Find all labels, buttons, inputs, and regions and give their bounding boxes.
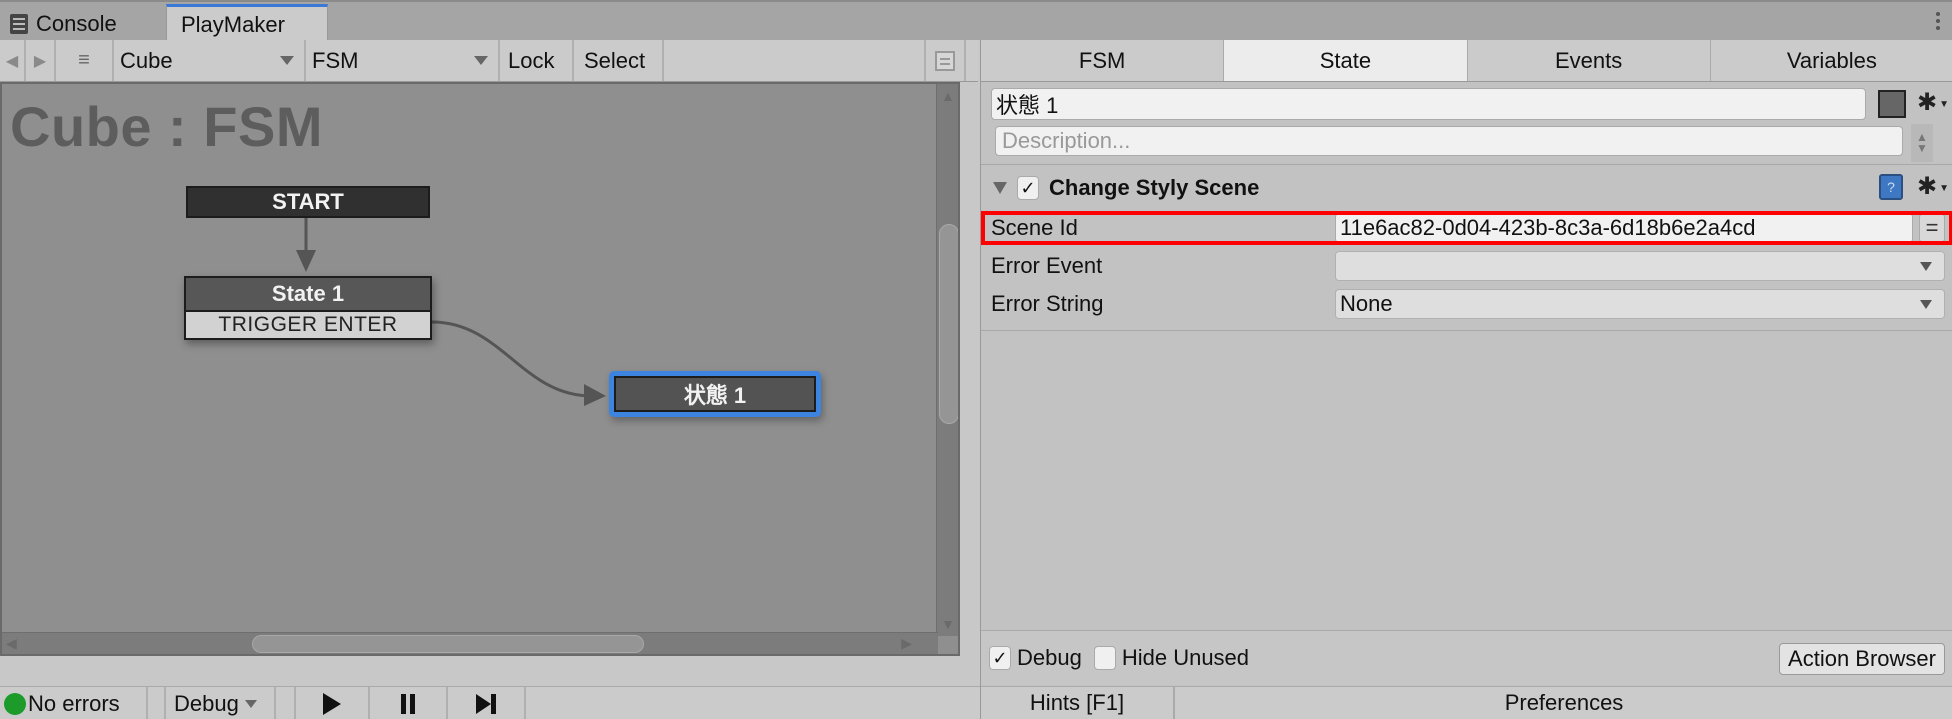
tab-variables[interactable]: Variables xyxy=(1711,40,1952,81)
action-title: Change Styly Scene xyxy=(1049,175,1260,200)
state1-node-label: State 1 xyxy=(186,278,430,310)
state-node-selected[interactable]: 状態 1 xyxy=(609,371,821,417)
property-row-error-event: Error Event xyxy=(981,250,1952,282)
chevron-down-icon xyxy=(474,56,488,65)
menu-icon: ≡ xyxy=(78,49,90,71)
description-scroll-icon[interactable]: ▲ ▼ xyxy=(1911,124,1933,162)
scroll-down-icon[interactable]: ▼ xyxy=(941,616,955,632)
action-header: ✓ Change Styly Scene ? ✱ ▼ xyxy=(981,168,1952,208)
debug-dropdown[interactable]: Debug xyxy=(164,687,276,719)
inspector-footer: Hints [F1] Preferences xyxy=(981,686,1952,719)
hide-unused-label: Hide Unused xyxy=(1121,645,1250,670)
debug-checkbox[interactable]: ✓ xyxy=(989,646,1011,670)
chevron-down-icon xyxy=(1920,262,1932,271)
tab-playmaker[interactable]: PlayMaker xyxy=(166,4,328,42)
back-button[interactable]: ◀ xyxy=(0,40,26,81)
preferences-button[interactable]: Preferences xyxy=(1175,687,1952,719)
debug-dropdown-label: Debug xyxy=(174,690,239,716)
horizontal-scroll-thumb[interactable] xyxy=(252,635,644,653)
window-tab-bar: Console PlayMaker xyxy=(0,0,1952,42)
forward-button[interactable]: ▶ xyxy=(26,40,56,81)
inspector-panel: FSM State Events Variables 状態 1 ✱ ▼ Descr… xyxy=(980,40,1952,719)
status-bar: No errors Debug xyxy=(0,686,980,719)
horizontal-scrollbar[interactable]: ◀ ▶ xyxy=(2,632,938,654)
back-icon: ◀ xyxy=(5,52,19,70)
help-book-icon[interactable]: ? xyxy=(1879,174,1903,200)
divider xyxy=(981,330,1952,331)
trigger-transition-line xyxy=(431,320,593,398)
lock-button[interactable]: Lock xyxy=(500,40,574,81)
tab-playmaker-label: PlayMaker xyxy=(181,11,285,37)
scroll-right-icon[interactable]: ▶ xyxy=(901,635,912,652)
divider xyxy=(981,164,1952,165)
trigger-transition-arrowhead xyxy=(584,384,606,406)
more-options-icon[interactable] xyxy=(1936,12,1940,30)
lock-label: Lock xyxy=(508,47,555,73)
vertical-scroll-thumb[interactable] xyxy=(939,224,958,424)
tab-console[interactable]: Console xyxy=(6,6,166,42)
scroll-up-icon[interactable]: ▲ xyxy=(941,88,955,104)
debug-label: Debug xyxy=(1017,645,1082,670)
error-string-select[interactable]: None xyxy=(1335,289,1945,319)
fsm-toolbar: ◀ ▶ ≡ Cube FSM Lock Select xyxy=(0,40,978,82)
select-button[interactable]: Select xyxy=(574,40,664,81)
console-icon xyxy=(10,14,28,34)
tab-fsm[interactable]: FSM xyxy=(981,40,1225,81)
minimap-toggle[interactable] xyxy=(924,40,966,81)
scroll-left-icon[interactable]: ◀ xyxy=(6,635,17,652)
state-node-state1[interactable]: State 1 TRIGGER ENTER xyxy=(184,276,432,340)
fsm-select[interactable]: FSM xyxy=(306,40,500,81)
selected-node-label: 状態 1 xyxy=(614,376,816,412)
menu-button[interactable]: ≡ xyxy=(56,40,114,81)
state-name-input[interactable]: 状態 1 xyxy=(991,88,1866,120)
fsm-graph-canvas[interactable]: Cube : FSM START State 1 TRIGGER ENTER 状… xyxy=(0,82,960,656)
tab-events[interactable]: Events xyxy=(1468,40,1711,81)
action-browser-button[interactable]: Action Browser xyxy=(1779,643,1945,675)
chevron-down-icon xyxy=(244,699,257,708)
start-node-label: START xyxy=(272,189,344,214)
status-ok-icon xyxy=(4,692,26,715)
state-settings-gear-icon[interactable]: ✱ ▼ xyxy=(1917,90,1949,116)
error-status[interactable]: No errors xyxy=(0,687,148,719)
play-icon xyxy=(323,692,341,715)
vertical-scrollbar[interactable]: ▲ ▼ xyxy=(936,84,958,636)
hints-button[interactable]: Hints [F1] xyxy=(981,687,1175,719)
state-color-swatch[interactable] xyxy=(1878,90,1906,118)
start-node[interactable]: START xyxy=(186,186,430,218)
start-transition-arrowhead xyxy=(296,250,316,272)
chevron-down-icon xyxy=(1920,300,1932,309)
transition-trigger-enter[interactable]: TRIGGER ENTER xyxy=(186,310,430,338)
error-event-label: Error Event xyxy=(991,253,1103,278)
minimap-icon xyxy=(935,50,955,71)
property-row-error-string: Error String None xyxy=(981,288,1952,320)
error-status-label: No errors xyxy=(28,690,120,716)
pause-icon xyxy=(401,693,415,714)
forward-icon: ▶ xyxy=(33,52,47,70)
select-label: Select xyxy=(584,47,646,73)
hide-unused-checkbox[interactable] xyxy=(1093,646,1116,670)
action-settings-gear-icon[interactable]: ✱ ▼ xyxy=(1917,174,1949,200)
error-string-label: Error String xyxy=(991,291,1104,316)
transition-arrows xyxy=(296,218,606,406)
step-button[interactable] xyxy=(448,687,526,719)
tab-state[interactable]: State xyxy=(1224,40,1468,81)
play-button[interactable] xyxy=(294,687,370,719)
gameobject-select[interactable]: Cube xyxy=(114,40,306,81)
description-input[interactable]: Description... xyxy=(995,126,1903,156)
highlight-box xyxy=(981,211,1952,245)
inspector-options-bar: ✓ Debug Hide Unused Action Browser xyxy=(981,630,1952,685)
tab-console-label: Console xyxy=(36,11,117,36)
gameobject-select-value: Cube xyxy=(120,47,173,73)
inspector-tabs: FSM State Events Variables xyxy=(981,40,1952,82)
fsm-select-value: FSM xyxy=(312,47,359,73)
foldout-icon[interactable] xyxy=(993,182,1007,194)
step-icon xyxy=(476,693,496,714)
error-string-value: None xyxy=(1340,291,1393,316)
pause-button[interactable] xyxy=(370,687,448,719)
error-event-select[interactable] xyxy=(1335,251,1945,281)
chevron-down-icon xyxy=(280,56,294,65)
action-enabled-checkbox[interactable]: ✓ xyxy=(1017,176,1039,200)
